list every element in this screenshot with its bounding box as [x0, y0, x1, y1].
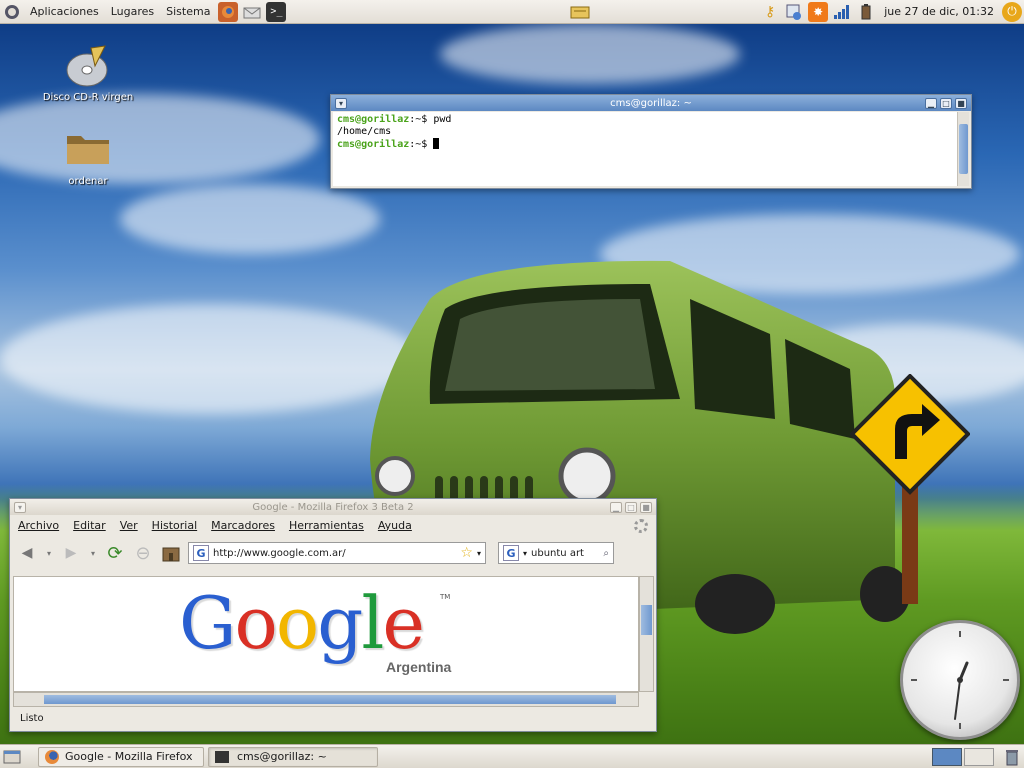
desktop-icon-folder[interactable]: ordenar [33, 128, 143, 187]
url-history-dropdown-icon[interactable]: ▾ [477, 549, 481, 558]
shutdown-icon[interactable]: ⏻ [1002, 1, 1022, 22]
search-engine-icon[interactable]: G [503, 545, 519, 561]
menu-archivo[interactable]: Archivo [18, 519, 59, 532]
keys-icon[interactable]: ⚷ [760, 2, 780, 22]
firefox-launcher-icon[interactable] [218, 1, 239, 22]
terminal-title: cms@gorillaz: ~ [610, 97, 692, 109]
desktop-icon-blank-cd[interactable]: Disco CD-R virgen [33, 44, 143, 103]
minimize-button[interactable]: ▁ [925, 97, 937, 109]
throbber-icon [634, 519, 648, 533]
workspace-switcher[interactable] [932, 747, 994, 766]
site-favicon-icon: G [193, 545, 209, 561]
scrollbar-thumb[interactable] [641, 605, 652, 635]
close-button[interactable]: ■ [955, 97, 967, 109]
back-button[interactable]: ◀ [16, 542, 38, 564]
firefox-window[interactable]: ▾ Google - Mozilla Firefox 3 Beta 2 ▁ □ … [9, 498, 657, 732]
terminal-icon [215, 750, 229, 763]
home-button[interactable] [160, 542, 182, 564]
bookmark-star-icon[interactable]: ☆ [460, 545, 473, 561]
terminal-window[interactable]: ▾ cms@gorillaz: ~ ▁ □ ■ cms@gorillaz:~$ … [330, 94, 972, 189]
menu-ayuda[interactable]: Ayuda [378, 519, 412, 532]
google-logo: Google [179, 581, 425, 665]
show-desktop-icon[interactable] [2, 747, 22, 767]
cloud [120, 184, 380, 254]
menu-herramientas[interactable]: Herramientas [289, 519, 364, 532]
notes-applet-icon[interactable] [570, 2, 590, 22]
trademark-mark: TM [440, 593, 451, 601]
firefox-title: Google - Mozilla Firefox 3 Beta 2 [252, 501, 414, 513]
search-icon[interactable]: ⌕ [603, 548, 609, 559]
firefox-titlebar[interactable]: ▾ Google - Mozilla Firefox 3 Beta 2 ▁ □ … [10, 499, 656, 515]
url-bar[interactable]: G http://www.google.com.ar/ ☆ ▾ [188, 542, 486, 564]
navigation-toolbar: ◀ ▾ ▶ ▾ ⟳ ⊖ G http://www.google.com.ar/ … [10, 535, 656, 571]
applications-menu[interactable]: Aplicaciones [24, 0, 105, 24]
desktop-icon-label: ordenar [68, 176, 108, 187]
forward-button[interactable]: ▶ [60, 542, 82, 564]
back-history-chevron-icon[interactable]: ▾ [44, 542, 54, 564]
page-content[interactable]: Google TM Argentina [13, 576, 639, 692]
vertical-scrollbar[interactable] [639, 576, 654, 692]
horizontal-scrollbar[interactable] [13, 692, 639, 707]
workspace-1[interactable] [932, 747, 962, 766]
update-manager-icon[interactable] [784, 2, 804, 22]
places-menu[interactable]: Lugares [105, 0, 160, 24]
window-menu-button[interactable]: ▾ [335, 97, 347, 109]
menu-historial[interactable]: Historial [152, 519, 197, 532]
folder-icon [65, 128, 111, 172]
scrollbar-thumb[interactable] [44, 695, 616, 704]
analog-clock-widget[interactable] [900, 620, 1020, 740]
forward-history-chevron-icon[interactable]: ▾ [88, 542, 98, 564]
ubuntu-logo-icon[interactable] [2, 2, 22, 22]
clock-face [911, 631, 1009, 729]
battery-icon[interactable] [856, 2, 876, 22]
search-box[interactable]: G ▾ ubuntu art ⌕ [498, 542, 614, 564]
url-text[interactable]: http://www.google.com.ar/ [213, 548, 460, 559]
mail-launcher-icon[interactable] [242, 2, 262, 22]
reload-button[interactable]: ⟳ [104, 542, 126, 564]
menu-editar[interactable]: Editar [73, 519, 106, 532]
stop-button[interactable]: ⊖ [132, 542, 154, 564]
text-cursor [433, 138, 440, 149]
taskbar-item-firefox[interactable]: Google - Mozilla Firefox [38, 746, 204, 767]
curve-road-sign [850, 374, 970, 604]
status-bar-text: Listo [20, 713, 44, 724]
cd-burner-icon [65, 44, 111, 88]
system-menu[interactable]: Sistema [160, 0, 216, 24]
scrollbar-thumb[interactable] [959, 124, 968, 174]
firefox-menubar: Archivo Editar Ver Historial Marcadores … [10, 515, 656, 535]
firefox-icon [45, 749, 59, 764]
maximize-button[interactable]: □ [940, 97, 952, 109]
menu-marcadores[interactable]: Marcadores [211, 519, 275, 532]
cloud [440, 24, 740, 84]
maximize-button[interactable]: □ [625, 501, 637, 513]
top-panel: Aplicaciones Lugares Sistema >_ ⚷ ✸ jue … [0, 0, 1024, 24]
window-menu-button[interactable]: ▾ [14, 501, 26, 513]
google-country-label: Argentina [386, 659, 452, 675]
terminal-line: /home/cms [337, 126, 392, 137]
close-button[interactable]: ■ [640, 501, 652, 513]
terminal-line: cms@gorillaz:~$ pwd [337, 114, 452, 125]
bottom-panel: Google - Mozilla Firefox cms@gorillaz: ~ [0, 744, 1024, 768]
terminal-titlebar[interactable]: ▾ cms@gorillaz: ~ ▁ □ ■ [331, 95, 971, 111]
network-signal-icon[interactable] [832, 2, 852, 22]
minimize-button[interactable]: ▁ [610, 501, 622, 513]
search-engine-dropdown-icon[interactable]: ▾ [523, 549, 527, 558]
search-text[interactable]: ubuntu art [531, 548, 603, 559]
alert-icon[interactable]: ✸ [808, 1, 829, 22]
panel-clock[interactable]: jue 27 de dic, 01:32 [884, 5, 994, 18]
trash-icon[interactable] [1002, 747, 1022, 767]
terminal-output[interactable]: cms@gorillaz:~$ pwd /home/cms cms@gorill… [333, 112, 957, 186]
menu-ver[interactable]: Ver [120, 519, 138, 532]
terminal-scrollbar[interactable] [957, 112, 969, 186]
terminal-launcher-icon[interactable]: >_ [266, 1, 287, 22]
terminal-line: cms@gorillaz:~$ [337, 138, 953, 151]
taskbar-item-terminal[interactable]: cms@gorillaz: ~ [208, 746, 378, 767]
desktop-icon-label: Disco CD-R virgen [42, 92, 134, 103]
workspace-2[interactable] [964, 747, 994, 766]
